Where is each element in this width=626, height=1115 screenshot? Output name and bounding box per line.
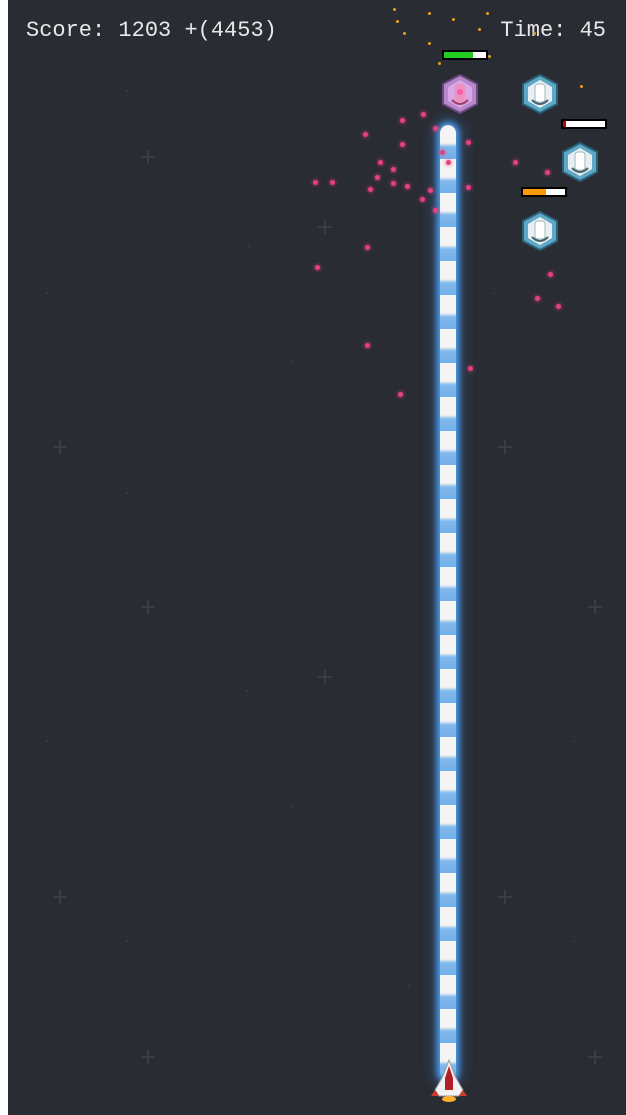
- score-label: Score:: [26, 18, 106, 43]
- star-dot: [46, 292, 48, 294]
- particle: [433, 126, 438, 131]
- particle: [452, 18, 455, 21]
- particle: [545, 170, 550, 175]
- particle: [368, 187, 373, 192]
- star: [53, 890, 67, 904]
- particle: [428, 42, 431, 45]
- star: [141, 600, 155, 614]
- enemy-ship-2[interactable]: [560, 142, 600, 182]
- star: [498, 890, 512, 904]
- enemy-ship-targeted[interactable]: [440, 74, 480, 114]
- particle: [438, 62, 441, 65]
- star-dot: [573, 940, 575, 942]
- particle: [466, 140, 471, 145]
- star-dot: [248, 245, 250, 247]
- score-bonus: +(4453): [184, 18, 277, 43]
- star-dot: [573, 740, 575, 742]
- particle: [428, 188, 433, 193]
- particle: [433, 208, 438, 213]
- particle: [488, 55, 491, 58]
- health-fill: [444, 52, 474, 58]
- particle: [440, 150, 445, 155]
- star: [318, 670, 332, 684]
- particle: [513, 160, 518, 165]
- score-value: 1203: [118, 18, 172, 43]
- particle: [446, 160, 451, 165]
- particle: [421, 112, 426, 117]
- particle: [466, 185, 471, 190]
- star-dot: [126, 492, 128, 494]
- game-canvas[interactable]: Score: 1203 +(4453) Time: 45: [8, 0, 626, 1115]
- particle: [535, 296, 540, 301]
- particle: [391, 167, 396, 172]
- particle: [420, 197, 425, 202]
- particle: [393, 8, 396, 11]
- particle: [400, 118, 405, 123]
- star: [588, 1050, 602, 1064]
- star: [53, 440, 67, 454]
- star: [588, 600, 602, 614]
- time-display: Time: 45: [500, 18, 606, 43]
- particle: [403, 32, 406, 35]
- star: [141, 150, 155, 164]
- enemy-ship-1[interactable]: [520, 74, 560, 114]
- time-value: 45: [579, 18, 606, 43]
- particle: [533, 32, 536, 35]
- star: [498, 440, 512, 454]
- particle: [486, 12, 489, 15]
- laser-beam: [440, 125, 456, 1080]
- star-dot: [408, 535, 410, 537]
- enemy-ship-3[interactable]: [520, 211, 560, 251]
- star-dot: [291, 805, 293, 807]
- particle: [313, 180, 318, 185]
- star-dot: [46, 740, 48, 742]
- star-dot: [493, 292, 495, 294]
- particle: [315, 265, 320, 270]
- particle: [330, 180, 335, 185]
- particle: [398, 392, 403, 397]
- star-dot: [126, 90, 128, 92]
- particle: [365, 343, 370, 348]
- particle: [363, 132, 368, 137]
- particle: [556, 304, 561, 309]
- particle: [428, 12, 431, 15]
- particle: [400, 142, 405, 147]
- particle: [391, 181, 396, 186]
- particle: [468, 366, 473, 371]
- particle: [375, 175, 380, 180]
- star: [318, 220, 332, 234]
- particle: [378, 160, 383, 165]
- particle: [396, 20, 399, 23]
- particle: [365, 245, 370, 250]
- particle: [548, 272, 553, 277]
- particle: [405, 184, 410, 189]
- enemy-health-bar-3: [521, 187, 567, 197]
- star-dot: [126, 940, 128, 942]
- enemy-health-bar-2: [561, 119, 607, 129]
- star: [141, 1050, 155, 1064]
- enemy-health-bar-targeted: [442, 50, 488, 60]
- time-label: Time:: [500, 18, 567, 43]
- rocket-ship-icon[interactable]: [429, 1058, 469, 1102]
- star-dot: [291, 360, 293, 362]
- particle: [580, 85, 583, 88]
- score-display: Score: 1203 +(4453): [26, 18, 277, 43]
- star-dot: [246, 690, 248, 692]
- health-fill: [523, 189, 547, 195]
- particle: [478, 28, 481, 31]
- star-dot: [408, 985, 410, 987]
